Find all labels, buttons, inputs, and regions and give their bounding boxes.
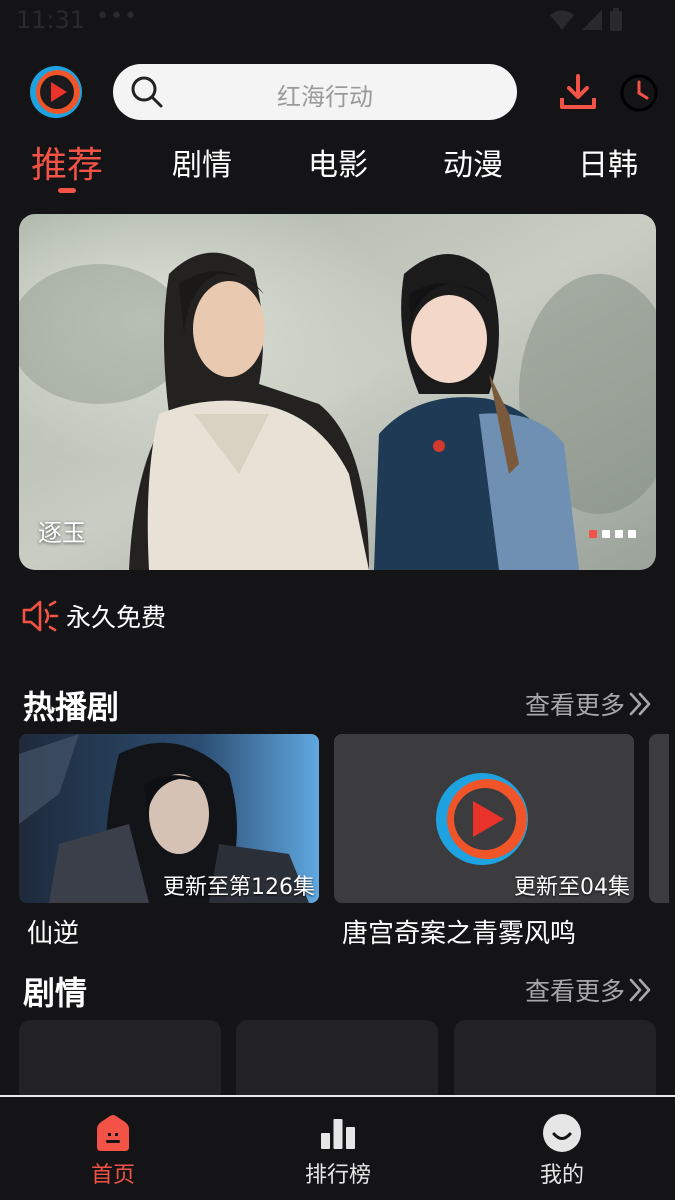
- nav-label: 我的: [539, 1163, 584, 1188]
- banner-title: 逐玉: [38, 519, 86, 547]
- nav-home[interactable]: 首页: [43, 1097, 183, 1200]
- carousel-dot: [628, 530, 636, 538]
- category-tabs: 推荐 剧情 电影 动漫 日韩: [0, 140, 675, 200]
- search-placeholder: 红海行动: [277, 83, 373, 111]
- tab-drama[interactable]: 剧情: [172, 140, 232, 184]
- carousel-dot: [615, 530, 623, 538]
- section-title: 热播剧: [23, 688, 120, 726]
- video-card[interactable]: 更新至第126集 仙逆: [19, 734, 319, 950]
- carousel-indicator: [589, 530, 636, 538]
- banner-image: [19, 214, 656, 570]
- carousel-dot: [589, 530, 597, 538]
- notice-text: 永久免费: [66, 603, 167, 632]
- signal-icon: [582, 10, 602, 30]
- double-chevron-right-icon: [629, 692, 651, 716]
- home-icon: [97, 1115, 129, 1151]
- drama-section-header: 剧情 查看更多: [0, 968, 675, 1012]
- chart-icon: [321, 1119, 355, 1149]
- search-bar[interactable]: 红海行动: [113, 64, 517, 120]
- status-time: 11:31: [16, 6, 86, 34]
- nav-profile[interactable]: 我的: [492, 1097, 632, 1200]
- tab-anime[interactable]: 动漫: [443, 140, 503, 184]
- nav-label: 首页: [90, 1163, 135, 1188]
- video-card-placeholder[interactable]: [236, 1020, 438, 1100]
- video-card[interactable]: 更新至04集 唐宫奇案之青雾风鸣: [334, 734, 634, 950]
- video-title: 仙逆: [27, 919, 80, 949]
- tab-indicator: [58, 188, 76, 193]
- video-card-placeholder[interactable]: [19, 1020, 221, 1100]
- profile-icon: [543, 1114, 581, 1152]
- section-title: 剧情: [23, 974, 88, 1012]
- nav-label: 排行榜: [304, 1163, 371, 1188]
- see-more-label: 查看更多: [524, 691, 625, 720]
- video-title: 唐宫奇案之青雾风鸣: [342, 919, 577, 949]
- see-more-link[interactable]: 查看更多: [525, 686, 653, 722]
- bottom-navigation: 首页 排行榜 我的: [0, 1095, 675, 1200]
- download-icon[interactable]: [558, 72, 598, 112]
- nav-ranking[interactable]: 排行榜: [268, 1097, 408, 1200]
- see-more-label: 查看更多: [524, 977, 625, 1006]
- speaker-icon: [22, 600, 59, 632]
- tab-movie[interactable]: 电影: [308, 140, 368, 184]
- episode-badge: 更新至04集: [514, 875, 630, 900]
- video-thumbnail: 更新至第126集: [19, 734, 319, 903]
- carousel-dot: [602, 530, 610, 538]
- episode-badge: 更新至第126集: [163, 875, 315, 900]
- video-thumbnail: 更新至04集: [334, 734, 634, 903]
- tab-recommend[interactable]: 推荐: [31, 136, 103, 188]
- video-card-partial[interactable]: [649, 734, 669, 903]
- video-card-placeholder[interactable]: [454, 1020, 656, 1100]
- banner-carousel[interactable]: 逐玉: [19, 214, 656, 570]
- notification-dots: •••: [96, 4, 138, 29]
- hot-section-header: 热播剧 查看更多: [0, 682, 675, 726]
- status-icons: [549, 8, 623, 32]
- wifi-icon: [550, 10, 574, 30]
- history-icon[interactable]: [618, 72, 660, 114]
- app-logo-icon[interactable]: [28, 64, 84, 120]
- see-more-link[interactable]: 查看更多: [525, 972, 653, 1008]
- status-bar: 11:31 •••: [0, 0, 675, 44]
- tab-jp-kr[interactable]: 日韩: [578, 140, 638, 184]
- notice-bar: 永久免费: [20, 596, 166, 636]
- battery-icon: [610, 8, 622, 31]
- double-chevron-right-icon: [629, 978, 651, 1002]
